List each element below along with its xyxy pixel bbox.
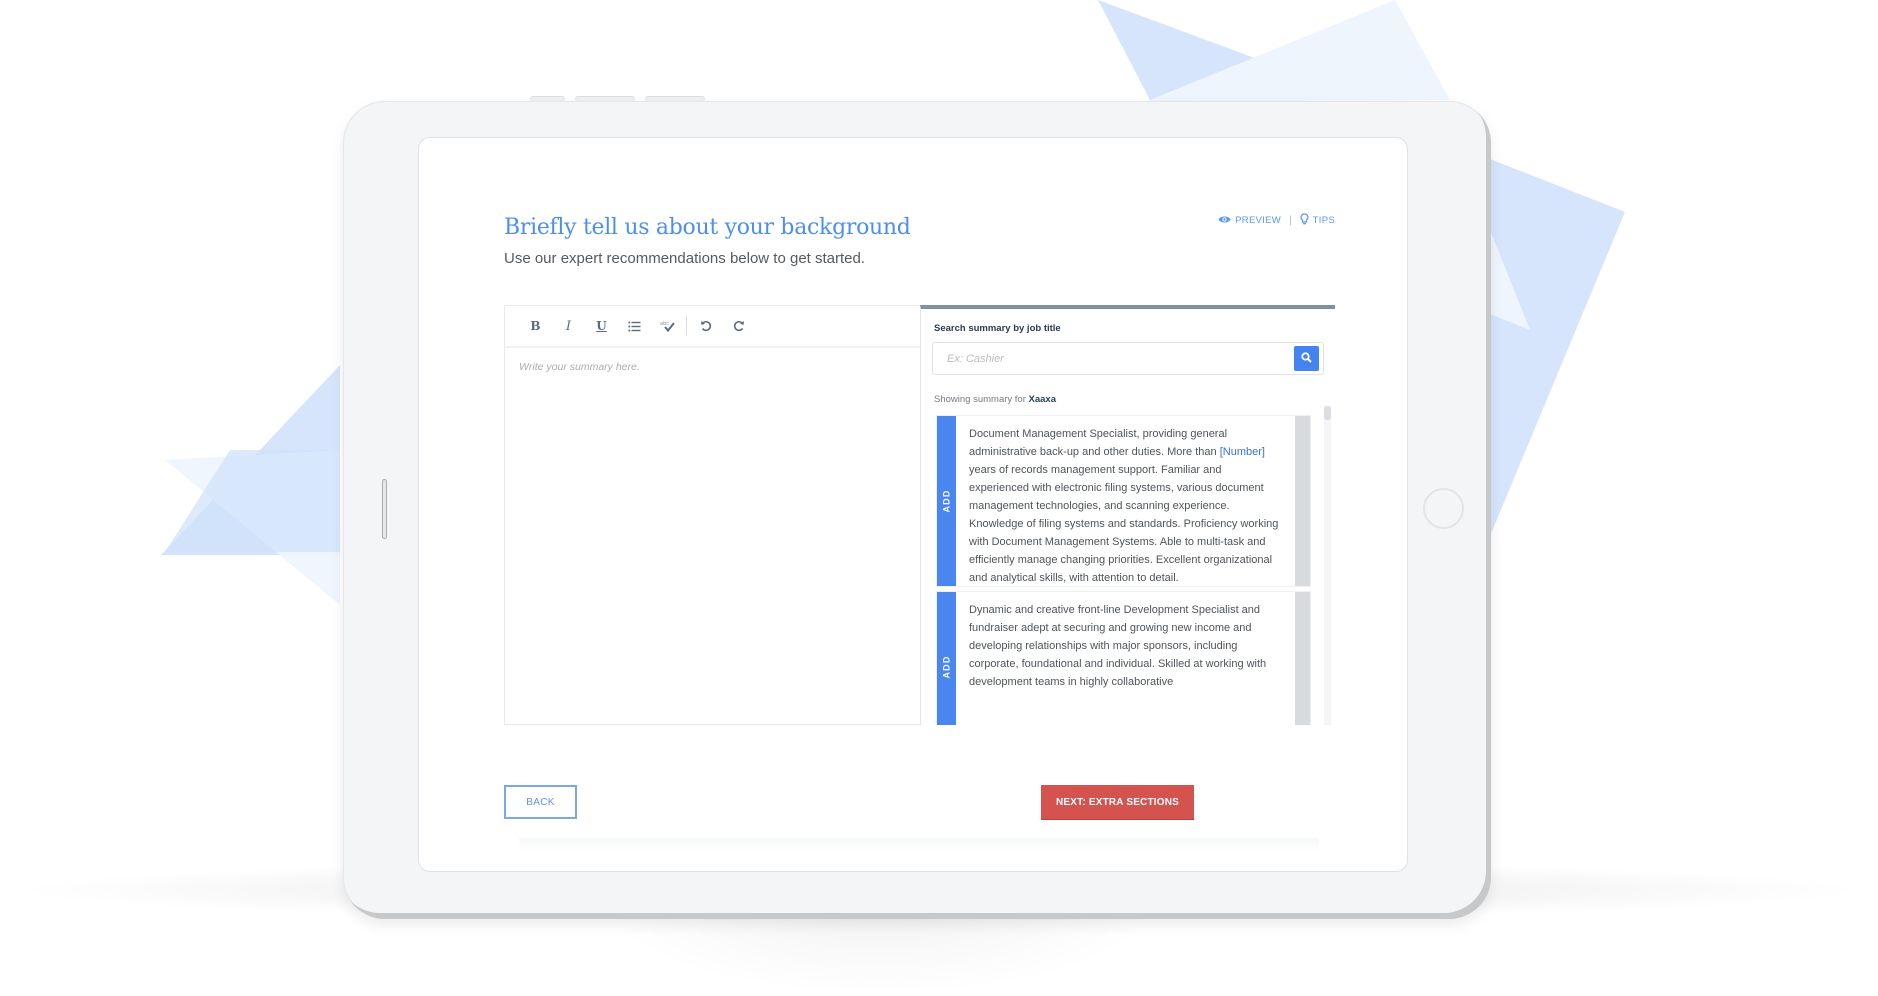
back-button[interactable]: BACK <box>504 785 577 819</box>
search-button[interactable] <box>1294 346 1319 371</box>
search-box <box>932 342 1324 375</box>
suggestion-text: Dynamic and creative front-line Developm… <box>956 592 1295 725</box>
card-gutter <box>1295 592 1310 725</box>
add-label: ADD <box>941 655 952 679</box>
summary-suggestion-card[interactable]: ADD Document Management Specialist, prov… <box>937 416 1310 586</box>
tips-link[interactable]: TIPS <box>1300 213 1335 228</box>
suggestions-scrollbar[interactable] <box>1324 406 1331 725</box>
footer-fade <box>519 838 1319 852</box>
tablet-home-button <box>1423 488 1464 529</box>
add-suggestion-button[interactable]: ADD <box>937 592 956 725</box>
summary-search-panel: Search summary by job title Showing summ… <box>920 305 1335 725</box>
scrollbar-thumb[interactable] <box>1324 406 1331 420</box>
underline-icon[interactable]: U <box>585 314 618 338</box>
eye-icon <box>1218 215 1231 227</box>
toolbar-divider <box>686 316 687 336</box>
preview-label: PREVIEW <box>1235 215 1282 226</box>
summary-suggestions-list: ADD Document Management Specialist, prov… <box>937 416 1310 725</box>
redo-icon[interactable] <box>722 314 755 338</box>
next-extra-sections-button[interactable]: NEXT: EXTRA SECTIONS <box>1041 785 1194 819</box>
spellcheck-icon[interactable]: abc <box>651 314 684 338</box>
card-gutter <box>1295 416 1310 586</box>
suggestion-text-part: Document Management Specialist, providin… <box>969 428 1228 458</box>
lightbulb-icon <box>1300 213 1309 228</box>
page-title: Briefly tell us about your background <box>504 215 911 240</box>
bold-icon[interactable]: B <box>519 314 552 338</box>
top-links-separator: | <box>1289 215 1292 226</box>
summary-suggestion-card[interactable]: ADD Dynamic and creative front-line Deve… <box>937 592 1310 725</box>
editor-toolbar: B I U abc <box>505 306 920 348</box>
preview-link[interactable]: PREVIEW <box>1218 215 1281 227</box>
suggestion-text: Document Management Specialist, providin… <box>956 416 1295 586</box>
showing-prefix: Showing summary for <box>934 394 1026 405</box>
bg-triangle <box>1480 155 1625 560</box>
undo-icon[interactable] <box>689 314 722 338</box>
list-icon[interactable] <box>618 314 651 338</box>
placeholder-token: [Number] <box>1219 446 1265 458</box>
tablet-screen: Briefly tell us about your background Us… <box>418 137 1408 872</box>
italic-icon[interactable]: I <box>552 314 585 338</box>
add-suggestion-button[interactable]: ADD <box>937 416 956 586</box>
rich-text-editor: B I U abc Write your summary here. <box>505 306 920 724</box>
svg-text:abc: abc <box>660 321 669 327</box>
summary-editor-input[interactable]: Write your summary here. <box>519 361 640 373</box>
top-links: PREVIEW | TIPS <box>1218 213 1335 228</box>
job-title-search-input[interactable] <box>933 343 1288 374</box>
page-subtitle: Use our expert recommendations below to … <box>504 250 866 267</box>
add-label: ADD <box>941 489 952 513</box>
tips-label: TIPS <box>1312 215 1335 226</box>
summary-editor-area: B I U abc Write your summary here. Searc… <box>504 305 1335 725</box>
suggestion-text-part: Dynamic and creative front-line Developm… <box>969 604 1267 688</box>
suggestion-text-part: years of records management support. Fam… <box>969 464 1279 584</box>
showing-job-title: Xaaxa <box>1028 394 1056 405</box>
tablet-side-button <box>382 479 387 539</box>
search-label: Search summary by job title <box>934 323 1061 334</box>
showing-summary-text: Showing summary for Xaaxa <box>934 394 1056 405</box>
search-icon <box>1301 350 1312 368</box>
